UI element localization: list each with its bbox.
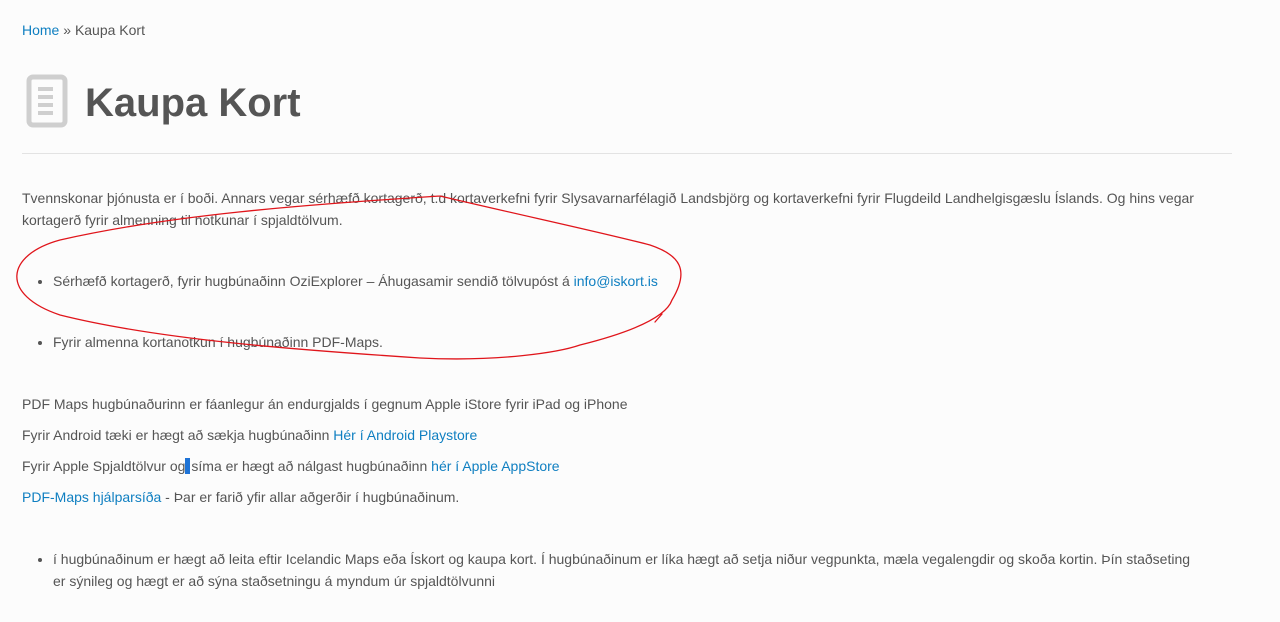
help-line: PDF-Maps hjálparsíða - Þar er farið yfir… bbox=[22, 486, 459, 508]
breadcrumb: Home » Kaupa Kort bbox=[22, 22, 145, 38]
document-icon bbox=[26, 74, 68, 128]
android-playstore-link[interactable]: Hér í Android Playstore bbox=[333, 427, 477, 443]
bullet-text: Fyrir almenna kortanotkun í hugbúnaðinn … bbox=[53, 334, 383, 350]
email-link[interactable]: info@iskort.is bbox=[574, 273, 658, 289]
bullet-text: í hugbúnaðinum er hægt að leita eftir Ic… bbox=[53, 551, 1191, 589]
list-item: í hugbúnaðinum er hægt að leita eftir Ic… bbox=[53, 548, 1203, 592]
page-title: Kaupa Kort bbox=[85, 81, 301, 125]
apple-appstore-link[interactable]: hér í Apple AppStore bbox=[431, 458, 559, 474]
breadcrumb-separator: » bbox=[63, 22, 72, 38]
intro-paragraph: Tvennskonar þjónusta er í boði. Annars v… bbox=[22, 190, 1194, 228]
features-list: í hugbúnaðinum er hægt að leita eftir Ic… bbox=[22, 548, 1203, 592]
android-text: Fyrir Android tæki er hægt að sækja hugb… bbox=[22, 427, 334, 443]
list-item: Sérhæfð kortagerð, fyrir hugbúnaðinn Ozi… bbox=[53, 270, 1253, 292]
service-list-2: Fyrir almenna kortanotkun í hugbúnaðinn … bbox=[22, 331, 1253, 353]
title-divider bbox=[22, 153, 1232, 154]
help-text: - Þar er farið yfir allar aðgerðir í hug… bbox=[161, 489, 460, 505]
breadcrumb-home-link[interactable]: Home bbox=[22, 22, 59, 38]
text-cursor bbox=[185, 458, 191, 474]
bullet-text: Sérhæfð kortagerð, fyrir hugbúnaðinn Ozi… bbox=[53, 273, 574, 289]
apple-text-end: síma er hægt að nálgast hugbúnaðinn bbox=[191, 458, 432, 474]
android-line: Fyrir Android tæki er hægt að sækja hugb… bbox=[22, 424, 477, 446]
pdfmaps-help-link[interactable]: PDF-Maps hjálparsíða bbox=[22, 489, 161, 505]
pdfmaps-info: PDF Maps hugbúnaðurinn er fáanlegur án e… bbox=[22, 396, 628, 412]
list-item: Fyrir almenna kortanotkun í hugbúnaðinn … bbox=[53, 331, 1253, 353]
breadcrumb-current: Kaupa Kort bbox=[74, 22, 145, 38]
service-list-1: Sérhæfð kortagerð, fyrir hugbúnaðinn Ozi… bbox=[22, 270, 1253, 292]
apple-text-start: Fyrir Apple Spjaldtölvur og bbox=[22, 458, 186, 474]
apple-line: Fyrir Apple Spjaldtölvur og síma er hægt … bbox=[22, 455, 560, 477]
